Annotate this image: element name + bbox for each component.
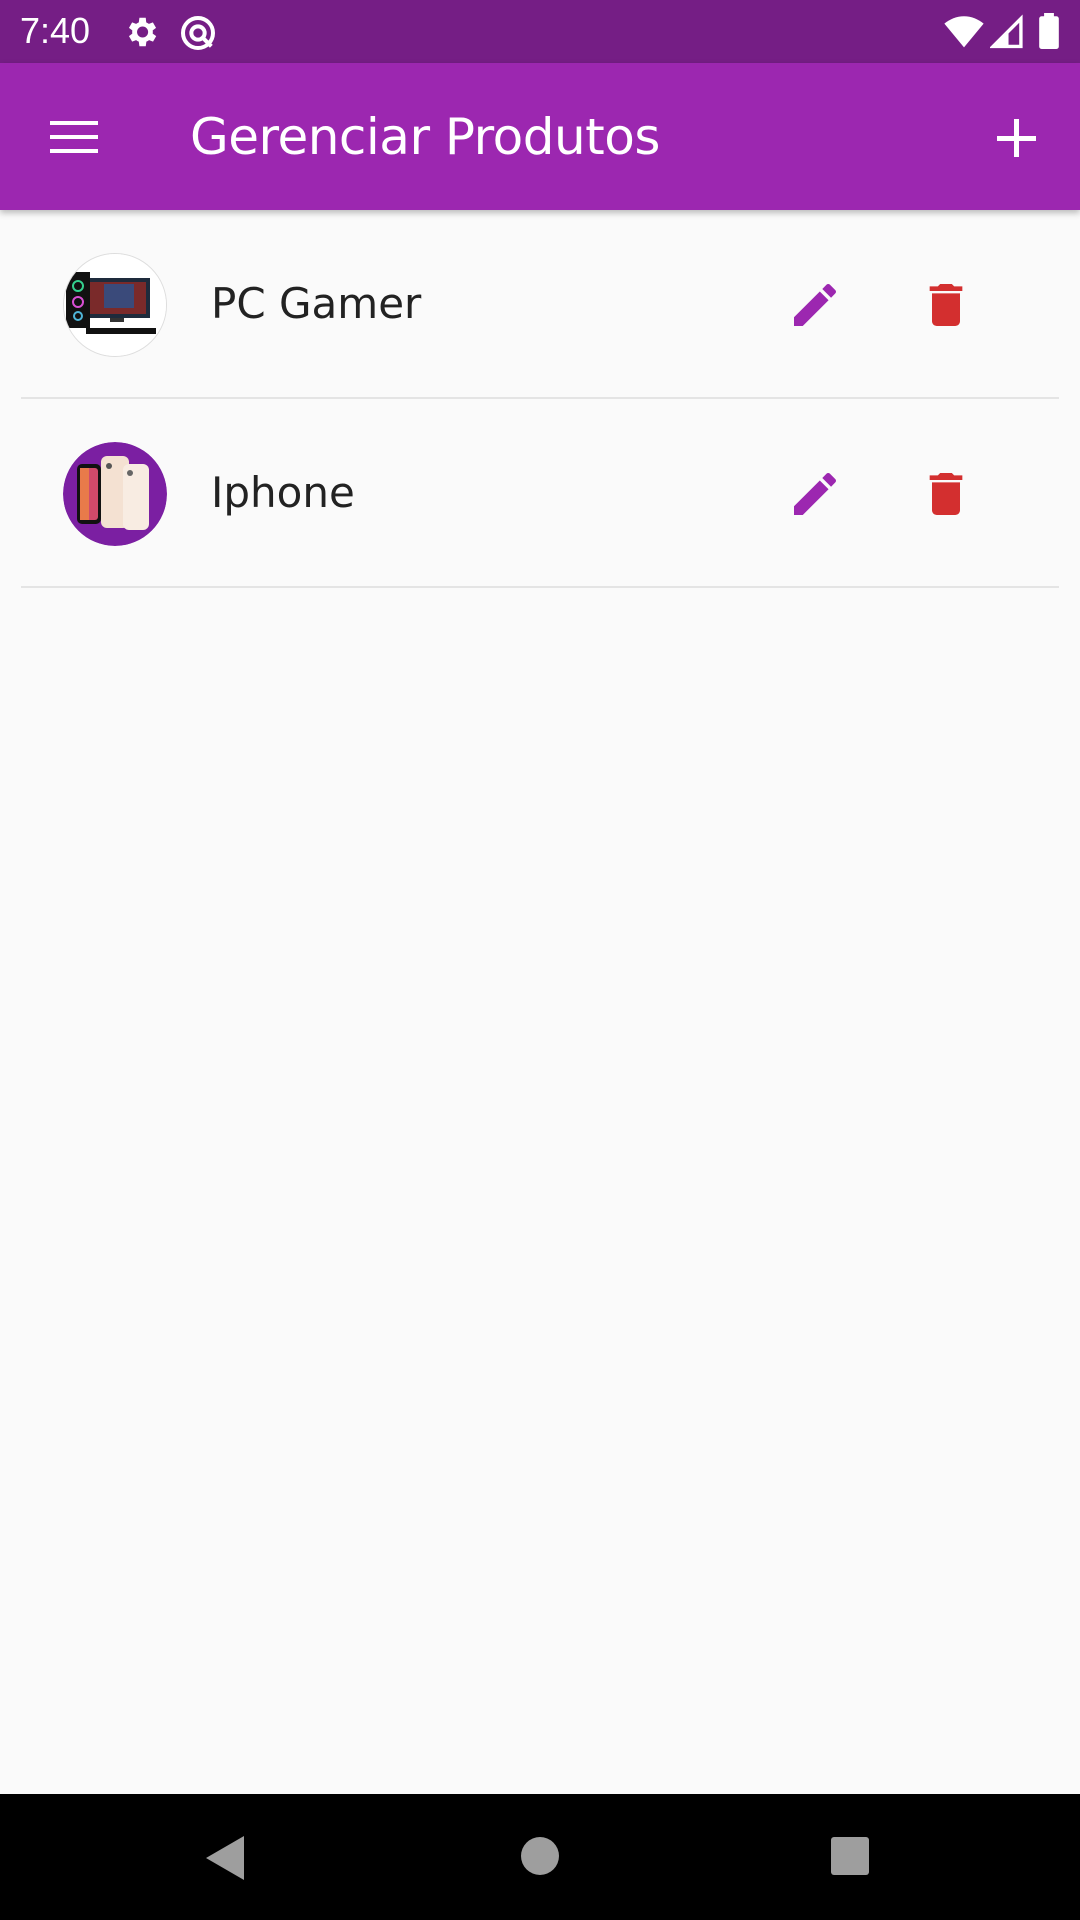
product-name: Iphone (211, 468, 355, 517)
home-button[interactable] (512, 1824, 568, 1892)
pencil-icon (787, 283, 843, 337)
trash-icon (918, 473, 974, 526)
signal-icon (988, 13, 1024, 53)
edit-button[interactable] (787, 277, 843, 333)
list-item[interactable]: PC Gamer (0, 210, 1080, 399)
delete-button[interactable] (918, 466, 974, 522)
battery-icon (1038, 13, 1060, 53)
wifi-icon (944, 13, 984, 53)
status-time: 7:40 (20, 10, 91, 51)
page-title: Gerenciar Produtos (190, 108, 660, 166)
pencil-icon (787, 472, 843, 526)
home-icon (512, 1837, 568, 1892)
divider (21, 586, 1059, 588)
status-bar: 7:40 (0, 0, 1080, 63)
edit-button[interactable] (787, 466, 843, 522)
product-list: PC Gamer Iphone (0, 210, 1080, 588)
navigation-bar (0, 1794, 1080, 1920)
add-icon (980, 119, 1054, 177)
list-item[interactable]: Iphone (0, 399, 1080, 588)
app-bar: Gerenciar Produtos (0, 63, 1080, 210)
trash-icon (918, 284, 974, 337)
add-product-button[interactable] (980, 103, 1054, 173)
menu-button[interactable] (36, 105, 110, 169)
menu-icon (36, 121, 110, 173)
recents-button[interactable] (822, 1824, 878, 1892)
delete-button[interactable] (918, 277, 974, 333)
data-saver-icon (178, 13, 218, 57)
back-icon (196, 1836, 252, 1892)
pc-gamer-thumbnail (63, 253, 167, 357)
back-button[interactable] (196, 1824, 252, 1892)
recents-icon (822, 1837, 878, 1892)
settings-icon (122, 13, 160, 55)
iphone-thumbnail (63, 442, 167, 546)
product-name: PC Gamer (211, 279, 422, 328)
